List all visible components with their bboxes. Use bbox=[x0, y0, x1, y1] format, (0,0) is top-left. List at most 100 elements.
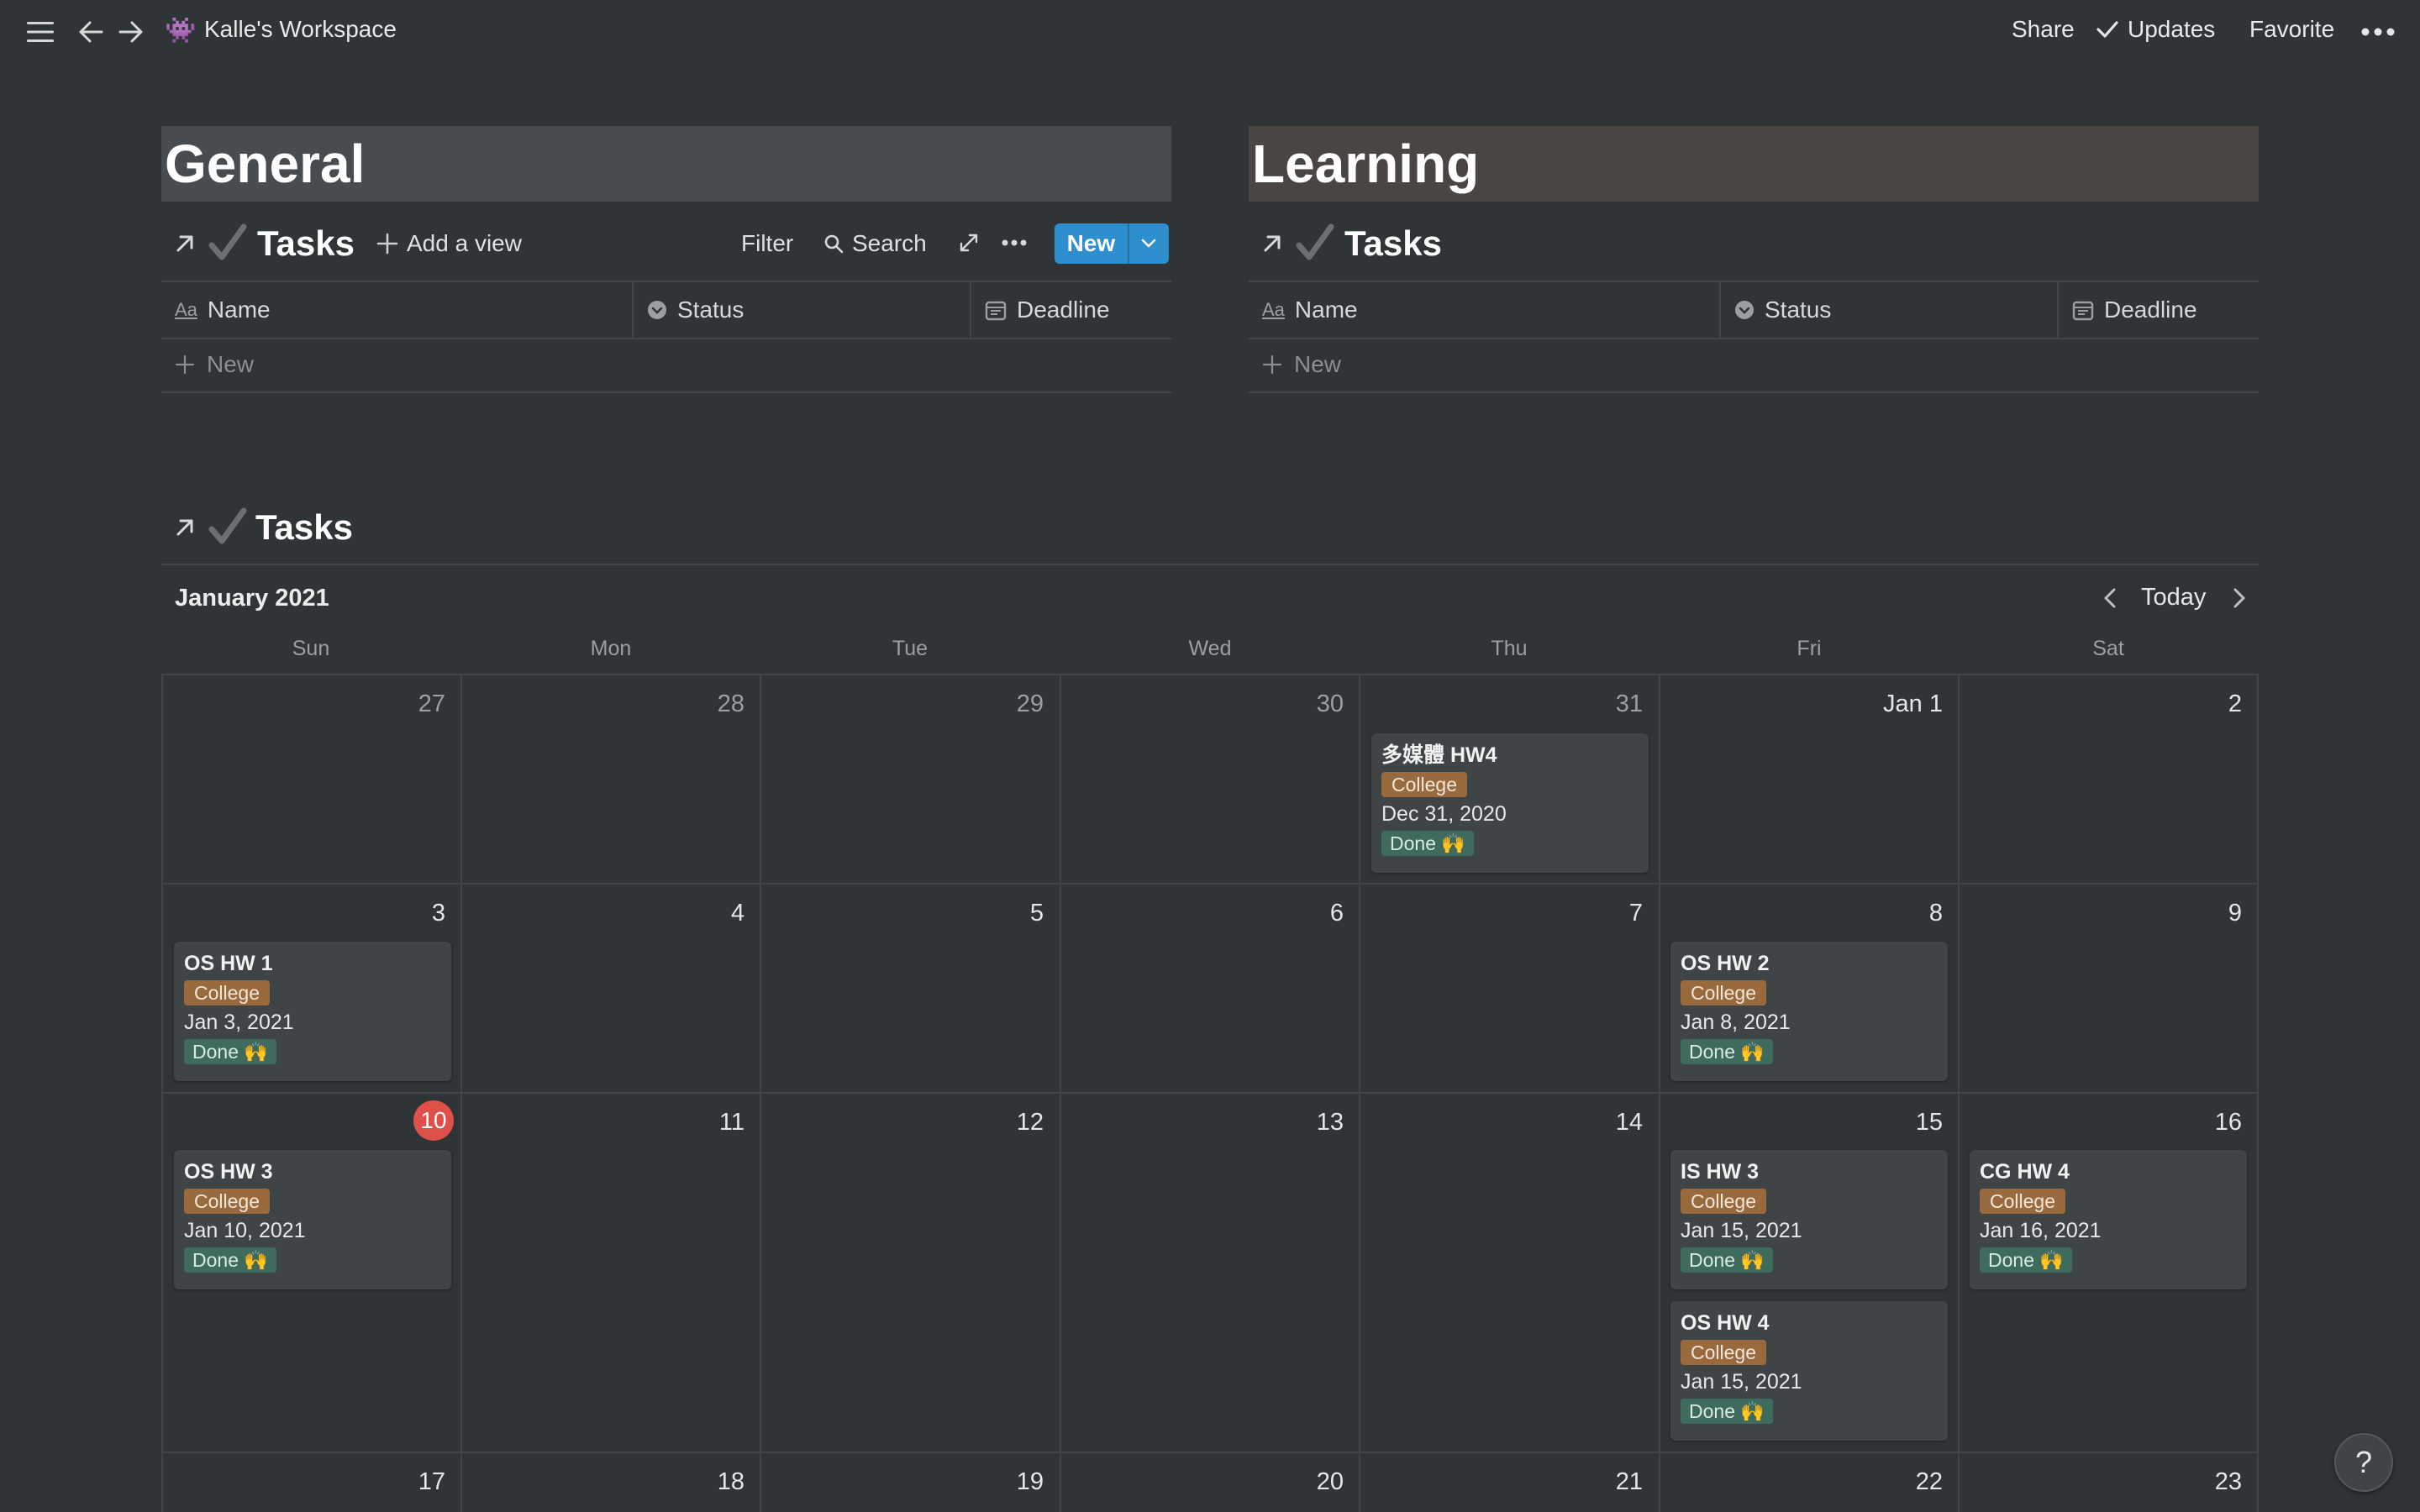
add-row-label: New bbox=[207, 351, 255, 377]
share-button[interactable]: Share bbox=[2012, 16, 2075, 43]
calendar-day-cell[interactable]: 6 bbox=[1061, 885, 1360, 1092]
calendar-day-cell[interactable]: 29 bbox=[761, 675, 1060, 883]
calendar-day-cell[interactable]: 20 bbox=[1061, 1453, 1360, 1512]
calendar-day-cell[interactable]: 7 bbox=[1360, 885, 1660, 1092]
workspace-title[interactable]: Kalle's Workspace bbox=[204, 16, 397, 43]
calendar-day-cell[interactable]: 4 bbox=[462, 885, 761, 1092]
task-card[interactable]: OS HW 4 College Jan 15, 2021 Done 🙌 bbox=[1670, 1301, 1948, 1441]
status-property-icon bbox=[648, 301, 666, 319]
column-name-label: Name bbox=[207, 297, 271, 323]
column-deadline[interactable]: Deadline bbox=[2059, 282, 2259, 338]
calendar-day-cell[interactable]: 23 bbox=[1960, 1453, 2259, 1512]
calendar-property-icon bbox=[2072, 301, 2094, 321]
next-month-icon[interactable] bbox=[2225, 585, 2252, 612]
calendar-day-cell[interactable]: Jan 1 bbox=[1660, 675, 1960, 883]
add-view-label: Add a view bbox=[407, 230, 522, 256]
task-title: IS HW 3 bbox=[1681, 1160, 1760, 1184]
day-number: 2 bbox=[2228, 690, 2242, 717]
open-link-icon[interactable] bbox=[171, 514, 198, 541]
updates-button[interactable]: Updates bbox=[2096, 16, 2215, 43]
day-number: 29 bbox=[1016, 690, 1044, 717]
task-card[interactable]: OS HW 2 College Jan 8, 2021 Done 🙌 bbox=[1670, 942, 1948, 1081]
column-name[interactable]: Aa Name bbox=[161, 282, 632, 338]
calendar-day-cell[interactable]: 28 bbox=[462, 675, 761, 883]
day-number: 15 bbox=[1915, 1109, 1943, 1136]
column-deadline-label: Deadline bbox=[2104, 297, 2197, 323]
table-header: Aa Name Status Deadline bbox=[161, 281, 1171, 339]
expand-icon[interactable] bbox=[958, 232, 980, 254]
calendar-day-cell[interactable]: 14 bbox=[1360, 1094, 1660, 1452]
today-button[interactable]: Today bbox=[2141, 584, 2206, 612]
add-row-button[interactable]: New bbox=[161, 338, 1171, 393]
general-page-title[interactable]: General bbox=[161, 126, 1171, 202]
open-link-icon[interactable] bbox=[171, 230, 198, 257]
task-title: CG HW 4 bbox=[1980, 1160, 2070, 1184]
calendar-day-cell[interactable]: 5 bbox=[761, 885, 1060, 1092]
add-row-button[interactable]: New bbox=[1249, 338, 2259, 393]
db-title[interactable]: Tasks bbox=[255, 507, 353, 548]
column-deadline-label: Deadline bbox=[1017, 297, 1110, 323]
learning-page-title[interactable]: Learning bbox=[1249, 126, 2259, 202]
calendar-day-cell[interactable]: 13 bbox=[1061, 1094, 1360, 1452]
top-bar: 👾 Kalle's Workspace Share Updates Favori… bbox=[0, 0, 2420, 64]
calendar-day-cell[interactable]: 2 bbox=[1960, 675, 2259, 883]
task-date: Jan 16, 2021 bbox=[1980, 1219, 2102, 1242]
add-view-button[interactable]: Add a view bbox=[376, 230, 522, 257]
back-arrow-icon[interactable] bbox=[76, 17, 106, 47]
weekday-header: Thu bbox=[1491, 637, 1528, 660]
calendar-day-cell[interactable]: 17 bbox=[163, 1453, 462, 1512]
favorite-button[interactable]: Favorite bbox=[2249, 16, 2334, 43]
day-number: 19 bbox=[1016, 1468, 1044, 1495]
calendar-day-cell[interactable]: 22 bbox=[1660, 1453, 1960, 1512]
day-number: 18 bbox=[717, 1468, 744, 1495]
day-number: 12 bbox=[1016, 1109, 1044, 1136]
calendar-day-cell[interactable]: 19 bbox=[761, 1453, 1060, 1512]
status-badge: Done 🙌 bbox=[184, 1039, 277, 1064]
column-status[interactable]: Status bbox=[634, 282, 970, 338]
weekday-header: Fri bbox=[1797, 637, 1822, 660]
new-button[interactable]: New bbox=[1055, 230, 1128, 257]
calendar-day-cell[interactable]: 30 bbox=[1061, 675, 1360, 883]
task-card[interactable]: OS HW 1 College Jan 3, 2021 Done 🙌 bbox=[174, 942, 451, 1081]
task-card[interactable]: 多媒體 HW4 College Dec 31, 2020 Done 🙌 bbox=[1371, 733, 1649, 873]
search-icon bbox=[824, 234, 844, 254]
calendar-day-cell[interactable]: 18 bbox=[462, 1453, 761, 1512]
column-deadline[interactable]: Deadline bbox=[971, 282, 1171, 338]
new-dropdown-button[interactable] bbox=[1127, 223, 1169, 264]
category-tag: College bbox=[184, 980, 270, 1005]
day-number: 20 bbox=[1316, 1468, 1344, 1495]
category-tag: College bbox=[184, 1189, 270, 1214]
more-options-icon[interactable] bbox=[2360, 17, 2396, 47]
forward-arrow-icon[interactable] bbox=[116, 17, 146, 47]
day-number: 5 bbox=[1029, 900, 1044, 927]
task-title: OS HW 1 bbox=[184, 952, 273, 975]
calendar-day-cell[interactable]: 21 bbox=[1360, 1453, 1660, 1512]
table-header: Aa Name Status Deadline bbox=[1249, 281, 2259, 339]
help-button[interactable]: ? bbox=[2334, 1433, 2393, 1492]
day-number: 4 bbox=[730, 900, 744, 927]
day-number: 8 bbox=[1928, 900, 1943, 927]
calendar-day-cell[interactable]: 12 bbox=[761, 1094, 1060, 1452]
filter-button[interactable]: Filter bbox=[741, 230, 793, 257]
task-card[interactable]: IS HW 3 College Jan 15, 2021 Done 🙌 bbox=[1670, 1150, 1948, 1289]
calendar-month-label: January 2021 bbox=[175, 585, 329, 612]
sidebar-menu-icon[interactable] bbox=[25, 17, 55, 47]
task-date: Dec 31, 2020 bbox=[1381, 802, 1507, 826]
search-button[interactable]: Search bbox=[823, 230, 927, 257]
previous-month-icon[interactable] bbox=[2097, 585, 2124, 612]
calendar-day-cell[interactable]: 11 bbox=[462, 1094, 761, 1452]
workspace-icon[interactable]: 👾 bbox=[165, 16, 196, 46]
column-name[interactable]: Aa Name bbox=[1249, 282, 1719, 338]
task-card[interactable]: CG HW 4 College Jan 16, 2021 Done 🙌 bbox=[1970, 1150, 2247, 1289]
text-property-icon: Aa bbox=[175, 299, 197, 320]
status-badge: Done 🙌 bbox=[1381, 831, 1475, 856]
day-number: 21 bbox=[1615, 1468, 1643, 1495]
calendar-day-cell[interactable]: 9 bbox=[1960, 885, 2259, 1092]
task-card[interactable]: OS HW 3 College Jan 10, 2021 Done 🙌 bbox=[174, 1150, 451, 1289]
column-status[interactable]: Status bbox=[1721, 282, 2057, 338]
calendar-day-cell[interactable]: 27 bbox=[163, 675, 462, 883]
open-link-icon[interactable] bbox=[1259, 230, 1286, 257]
more-icon[interactable] bbox=[1002, 239, 1027, 247]
db-title[interactable]: Tasks bbox=[1344, 223, 1442, 264]
db-title[interactable]: Tasks bbox=[257, 223, 355, 264]
